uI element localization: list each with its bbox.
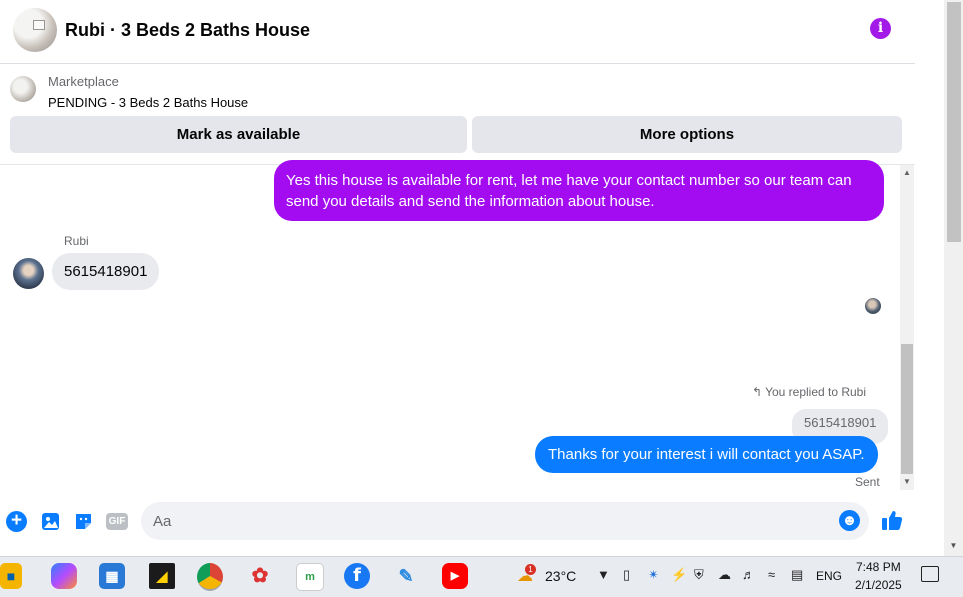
- tablet-mode-icon[interactable]: ▤: [791, 567, 803, 583]
- app-tray-icon[interactable]: ⚡: [671, 567, 687, 583]
- sticker-icon[interactable]: [73, 511, 94, 532]
- bluetooth-icon[interactable]: ✴: [648, 567, 659, 583]
- copilot-icon[interactable]: [51, 563, 77, 589]
- outgoing-message[interactable]: Thanks for your interest i will contact …: [535, 436, 878, 473]
- marketplace-label: Marketplace: [48, 74, 119, 89]
- messenger-app-icon[interactable]: m: [296, 563, 324, 591]
- chrome-icon[interactable]: [197, 563, 223, 591]
- scroll-down-arrow-icon[interactable]: ▼: [900, 474, 914, 490]
- sender-avatar[interactable]: [13, 258, 44, 289]
- language-indicator[interactable]: ENG: [816, 569, 842, 583]
- message-input[interactable]: [141, 502, 869, 540]
- vpn-icon[interactable]: ▼: [597, 567, 610, 582]
- battery-icon[interactable]: ▯: [623, 567, 630, 583]
- facebook-icon[interactable]: f: [344, 563, 370, 589]
- info-icon[interactable]: i: [870, 18, 891, 39]
- paint-icon[interactable]: ✎: [393, 563, 419, 589]
- wifi-icon[interactable]: ≈: [768, 567, 775, 582]
- seen-indicator-avatar: [865, 298, 881, 314]
- listing-status: PENDING - 3 Beds 2 Baths House: [48, 95, 249, 110]
- microsoft-store-icon[interactable]: ▦: [99, 563, 125, 589]
- file-explorer-icon[interactable]: ■: [0, 563, 22, 589]
- emoji-icon[interactable]: ☻: [839, 510, 860, 531]
- scroll-up-arrow-icon[interactable]: ▲: [900, 165, 914, 181]
- plus-icon[interactable]: +: [6, 511, 27, 532]
- weather-badge: 1: [525, 564, 536, 575]
- gif-icon[interactable]: GIF: [106, 513, 128, 530]
- volume-icon[interactable]: ♬: [742, 567, 755, 582]
- weather-temperature[interactable]: 23°C: [545, 568, 576, 584]
- clock-date[interactable]: 2/1/2025: [855, 578, 902, 592]
- youtube-icon[interactable]: ▶: [442, 563, 468, 589]
- sender-name: Rubi: [64, 234, 89, 248]
- notification-center-icon[interactable]: [921, 566, 939, 582]
- page-scroll-down-icon[interactable]: ▼: [944, 538, 963, 554]
- outgoing-message[interactable]: Yes this house is available for rent, le…: [274, 160, 884, 221]
- reply-icon: ↰: [752, 385, 763, 399]
- incoming-message[interactable]: 5615418901: [52, 253, 160, 290]
- photo-icon[interactable]: [40, 511, 61, 532]
- mark-as-available-button[interactable]: Mark as available: [10, 116, 467, 153]
- clock-time[interactable]: 7:48 PM: [856, 560, 901, 574]
- listing-thumbnail[interactable]: [10, 76, 36, 102]
- thumbs-up-icon[interactable]: [879, 508, 905, 534]
- contact-avatar[interactable]: [13, 8, 57, 52]
- cloud-icon[interactable]: ☁: [718, 567, 731, 583]
- message-status: Sent: [855, 475, 880, 489]
- more-options-button[interactable]: More options: [472, 116, 902, 153]
- reply-note-text: You replied to Rubi: [765, 385, 867, 399]
- sticky-notes-icon[interactable]: ◢: [149, 563, 175, 589]
- security-shield-icon[interactable]: ⛨: [694, 567, 704, 583]
- snipping-tool-icon[interactable]: ✿: [247, 563, 273, 589]
- reply-note: ↰ You replied to Rubi: [752, 385, 866, 399]
- chat-scrollbar-thumb[interactable]: [901, 344, 913, 474]
- chat-title[interactable]: Rubi · 3 Beds 2 Baths House: [65, 20, 310, 41]
- page-scrollbar-thumb[interactable]: [947, 2, 961, 242]
